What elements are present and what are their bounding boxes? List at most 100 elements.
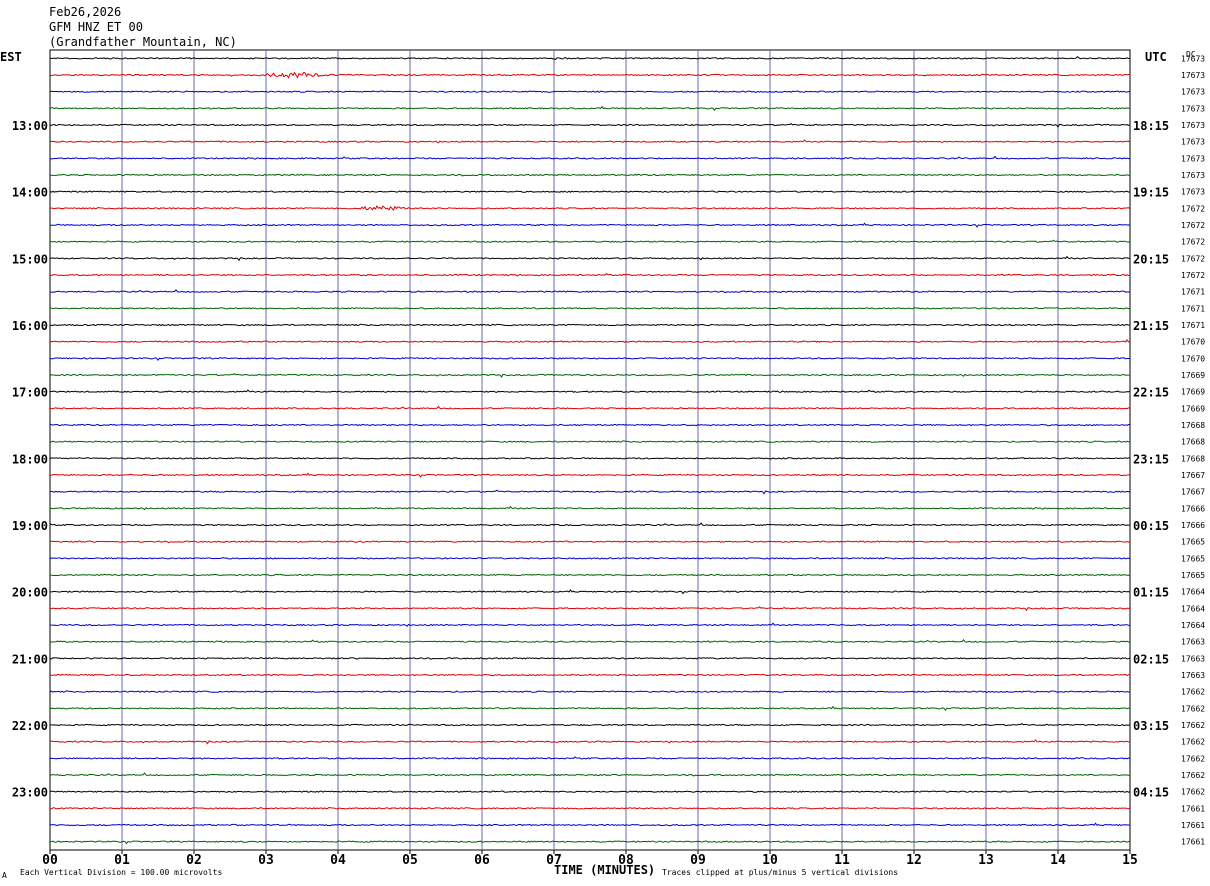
- trace-row: [49, 756, 1131, 760]
- trace-row: [49, 472, 1131, 478]
- dc-count-labels: 17673 17673 17673 17673 17673 17673 17673 17673…: [1181, 54, 1205, 846]
- trace-row: [49, 288, 1131, 294]
- row-dc-count: 17669: [1181, 371, 1205, 380]
- row-dc-count: 17673: [1181, 154, 1205, 163]
- left-hour-label: 15:00: [12, 252, 48, 266]
- x-tick-label: 01: [114, 853, 130, 868]
- row-dc-count: 17661: [1181, 838, 1205, 847]
- trace-row: [49, 255, 1131, 262]
- left-hour-label: 19:00: [12, 519, 48, 533]
- trace-row: [49, 739, 1131, 745]
- trace-row: [49, 657, 1131, 660]
- header-date: Feb26,2026: [49, 5, 121, 19]
- row-dc-count: 17666: [1181, 504, 1205, 513]
- right-hour-label: 00:15: [1133, 519, 1169, 533]
- row-dc-count: 17668: [1181, 438, 1205, 447]
- row-dc-count: 17670: [1181, 338, 1205, 347]
- trace-row: [49, 357, 1131, 362]
- trace-row: [49, 372, 1131, 378]
- trace-row: [49, 589, 1131, 595]
- row-dc-count: 17673: [1181, 104, 1205, 113]
- trace-row: [49, 56, 1131, 61]
- row-dc-count: 17662: [1181, 754, 1205, 763]
- trace-row: [49, 122, 1131, 128]
- row-dc-count: 17671: [1181, 321, 1205, 330]
- row-dc-count: 17663: [1181, 671, 1205, 680]
- trace-row: [49, 405, 1131, 410]
- trace-row: [49, 806, 1131, 810]
- right-hour-label: 18:15: [1133, 119, 1169, 133]
- left-hour-labels: 13:00 14:00 15:00 16:00 17:00 18:00 19:00 20:00…: [12, 119, 48, 800]
- trace-row: [49, 522, 1131, 527]
- trace-row: [49, 690, 1131, 693]
- left-hour-label: 17:00: [12, 386, 48, 400]
- row-dc-count: 17662: [1181, 771, 1205, 780]
- trace-row: [49, 90, 1131, 93]
- x-tick-label: 09: [690, 853, 706, 868]
- row-dc-count: 17672: [1181, 271, 1205, 280]
- trace-row: [49, 505, 1131, 511]
- row-dc-count: 17665: [1181, 571, 1205, 580]
- row-dc-count: 17662: [1181, 721, 1205, 730]
- footer-scale-note: Each Vertical Division = 100.00 microvol…: [20, 868, 222, 877]
- row-dc-count: 17664: [1181, 621, 1205, 630]
- x-tick-label: 00: [42, 853, 58, 868]
- trace-layer: [49, 56, 1131, 845]
- trace-row: [49, 190, 1131, 193]
- x-tick-label: 13: [978, 853, 994, 868]
- x-tick-label: 04: [330, 853, 346, 868]
- row-dc-count: 17662: [1181, 688, 1205, 697]
- left-timezone-label: EST: [0, 50, 22, 64]
- trace-row: [49, 339, 1131, 343]
- x-tick-label: 06: [474, 853, 490, 868]
- footer-corner-mark: A: [2, 871, 7, 880]
- trace-row: [49, 705, 1131, 712]
- right-hour-label: 02:15: [1133, 652, 1169, 666]
- x-tick-label: 14: [1050, 853, 1066, 868]
- trace-row: [49, 722, 1131, 727]
- row-dc-count: 17673: [1181, 188, 1205, 197]
- trace-row: [49, 772, 1131, 777]
- footer-clip-note: Traces clipped at plus/minus 5 vertical …: [662, 868, 898, 877]
- row-dc-count: 17673: [1181, 71, 1205, 80]
- row-dc-count: 17661: [1181, 821, 1205, 830]
- row-dc-count: 17671: [1181, 304, 1205, 313]
- row-dc-count: 17669: [1181, 388, 1205, 397]
- trace-row: [49, 606, 1131, 612]
- x-tick-label: 11: [834, 853, 850, 868]
- header-station: GFM HNZ ET 00: [49, 20, 143, 34]
- right-hour-label: 01:15: [1133, 586, 1169, 600]
- row-dc-count: 17672: [1181, 254, 1205, 263]
- trace-row: [49, 71, 1130, 79]
- row-dc-count: 17665: [1181, 538, 1205, 547]
- row-dc-count: 17668: [1181, 421, 1205, 430]
- grid-layer: [49, 49, 1131, 851]
- trace-row: [49, 423, 1131, 427]
- trace-row: [49, 622, 1131, 627]
- row-dc-count: 17671: [1181, 288, 1205, 297]
- trace-row: [49, 540, 1131, 544]
- row-dc-count: 17664: [1181, 604, 1205, 613]
- right-hour-label: 20:15: [1133, 252, 1169, 266]
- x-tick-label: 05: [402, 853, 418, 868]
- left-hour-label: 16:00: [12, 319, 48, 333]
- right-hour-label: 03:15: [1133, 719, 1169, 733]
- x-tick-label: 10: [762, 853, 778, 868]
- left-hour-label: 22:00: [12, 719, 48, 733]
- row-dc-count: 17669: [1181, 404, 1205, 413]
- row-dc-count: 17662: [1181, 704, 1205, 713]
- x-tick-label: 12: [906, 853, 922, 868]
- trace-row: [49, 272, 1131, 277]
- right-hour-label: 19:15: [1133, 186, 1169, 200]
- row-dc-count: 17666: [1181, 521, 1205, 530]
- row-dc-count: 17662: [1181, 738, 1205, 747]
- trace-row: [49, 573, 1131, 577]
- row-dc-count: 17670: [1181, 354, 1205, 363]
- plot-frame: [49, 49, 1131, 851]
- x-tick-label: 15: [1122, 853, 1138, 868]
- header-location: (Grandfather Mountain, NC): [49, 35, 237, 49]
- trace-row: [49, 105, 1131, 112]
- trace-row: [49, 155, 1130, 160]
- row-dc-count: 17673: [1181, 54, 1205, 63]
- left-hour-label: 13:00: [12, 119, 48, 133]
